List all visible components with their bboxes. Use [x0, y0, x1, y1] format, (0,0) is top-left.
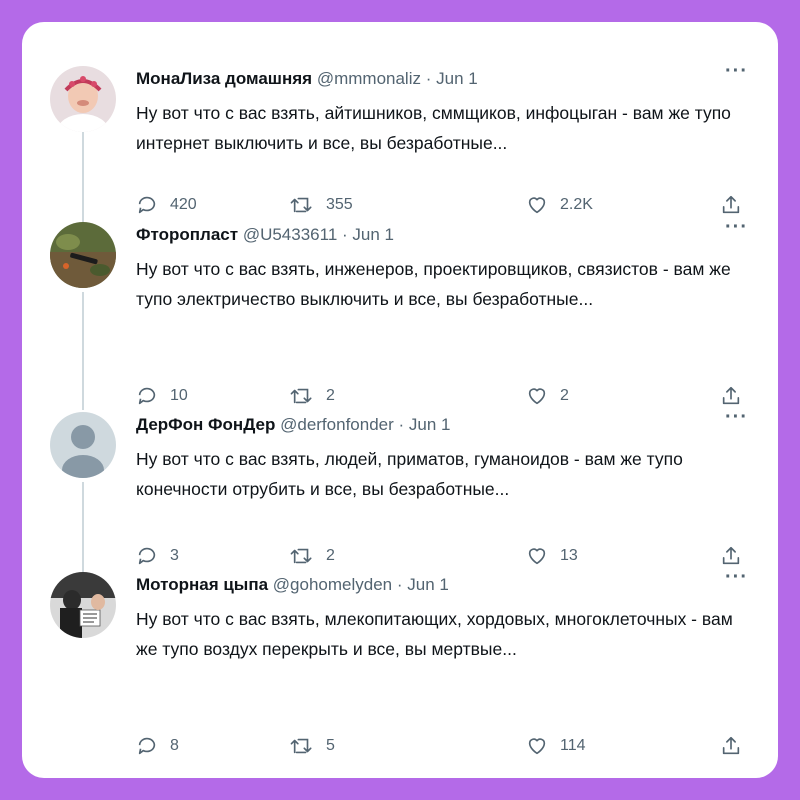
- reply-icon: [138, 387, 156, 405]
- tweet-thread-card: МонаЛиза домашняя @mmmonaliz · Jun 1 ···…: [22, 22, 778, 778]
- author-name[interactable]: Моторная цыпа: [136, 575, 268, 594]
- reply-icon: [138, 547, 156, 565]
- meme-photo-avatar[interactable]: [50, 572, 116, 638]
- retweet-icon: [290, 388, 312, 404]
- dot-separator: ·: [396, 575, 403, 594]
- like-count: 2: [560, 387, 569, 404]
- share-button[interactable]: [720, 545, 742, 567]
- like-count: 13: [560, 547, 578, 564]
- share-icon: [722, 195, 740, 214]
- reply-button[interactable]: 420: [136, 194, 197, 216]
- reply-button[interactable]: 10: [136, 385, 188, 407]
- like-count: 114: [560, 737, 586, 754]
- retweet-button[interactable]: 355: [290, 194, 353, 216]
- retweet-count: 355: [326, 196, 353, 213]
- author-name[interactable]: Фторопласт: [136, 225, 238, 244]
- tweet-header: ДерФон ФонДер @derfonfonder · Jun 1: [136, 414, 748, 436]
- reply-icon: [138, 196, 156, 214]
- retweet-icon: [290, 197, 312, 213]
- reply-count: 8: [170, 737, 179, 754]
- share-icon: [722, 386, 740, 405]
- more-options-icon[interactable]: ···: [725, 216, 748, 239]
- retweet-count: 2: [326, 547, 335, 564]
- author-name[interactable]: МонаЛиза домашняя: [136, 69, 312, 88]
- more-options-icon[interactable]: ···: [725, 566, 748, 589]
- tweet-actions: 8 5 114: [136, 735, 756, 759]
- like-button[interactable]: 13: [526, 545, 578, 567]
- tweet-date[interactable]: Jun 1: [352, 225, 394, 244]
- tweet[interactable]: Моторная цыпа @gohomelyden · Jun 1 ··· Н…: [22, 566, 778, 762]
- dot-separator: ·: [398, 415, 405, 434]
- reply-count: 420: [170, 196, 197, 213]
- author-handle[interactable]: @mmmonaliz: [317, 69, 421, 88]
- share-button[interactable]: [720, 194, 742, 216]
- tweet[interactable]: МонаЛиза домашняя @mmmonaliz · Jun 1 ···…: [22, 60, 778, 218]
- like-button[interactable]: 2: [526, 385, 569, 407]
- tweet-actions: 420 355 2.2K: [136, 194, 756, 218]
- like-button[interactable]: 2.2K: [526, 194, 593, 216]
- like-count: 2.2K: [560, 196, 593, 213]
- dot-separator: ·: [342, 225, 348, 244]
- reply-icon: [138, 737, 156, 755]
- reply-button[interactable]: 3: [136, 545, 179, 567]
- retweet-button[interactable]: 2: [290, 385, 335, 407]
- share-button[interactable]: [720, 735, 742, 757]
- tweet-actions: 10 2 2: [136, 385, 756, 409]
- author-name[interactable]: ДерФон ФонДер: [136, 415, 275, 434]
- reply-button[interactable]: 8: [136, 735, 179, 757]
- heart-icon: [528, 388, 546, 405]
- tweet-date[interactable]: Jun 1: [436, 69, 478, 88]
- tweet-header: Моторная цыпа @gohomelyden · Jun 1: [136, 574, 748, 596]
- author-handle[interactable]: @U5433611: [243, 225, 337, 244]
- more-options-icon[interactable]: ···: [725, 60, 748, 83]
- tweet-header: МонаЛиза домашняя @mmmonaliz · Jun 1: [136, 68, 748, 90]
- tweet-actions: 3 2 13: [136, 545, 756, 569]
- tweet-header: Фторопласт @U5433611 · Jun 1: [136, 224, 748, 246]
- author-handle[interactable]: @gohomelyden: [273, 575, 392, 594]
- tweet-text: Ну вот что с вас взять, млекопитающих, х…: [136, 609, 733, 659]
- retweet-icon: [290, 548, 312, 564]
- reply-count: 3: [170, 547, 179, 564]
- like-button[interactable]: 114: [526, 735, 586, 757]
- tweet-text: Ну вот что с вас взять, айтишников, сммщ…: [136, 103, 731, 153]
- reply-count: 10: [170, 387, 188, 404]
- woman-photo-avatar[interactable]: [50, 66, 116, 132]
- heart-icon: [528, 548, 546, 565]
- tweet-date[interactable]: Jun 1: [407, 575, 449, 594]
- retweet-count: 2: [326, 387, 335, 404]
- retweet-icon: [290, 738, 312, 754]
- author-handle[interactable]: @derfonfonder: [280, 415, 394, 434]
- retweet-count: 5: [326, 737, 335, 754]
- nature-photo-avatar[interactable]: [50, 222, 116, 288]
- retweet-button[interactable]: 2: [290, 545, 335, 567]
- heart-icon: [528, 197, 546, 214]
- tweet[interactable]: ДерФон ФонДер @derfonfonder · Jun 1 ··· …: [22, 406, 778, 565]
- default-person-avatar[interactable]: [50, 412, 116, 478]
- share-icon: [722, 546, 740, 565]
- heart-icon: [528, 738, 546, 755]
- share-button[interactable]: [720, 385, 742, 407]
- tweet-date[interactable]: Jun 1: [409, 415, 451, 434]
- dot-separator: ·: [425, 69, 432, 88]
- share-icon: [722, 736, 740, 755]
- tweet-text: Ну вот что с вас взять, людей, приматов,…: [136, 449, 683, 499]
- more-options-icon[interactable]: ···: [725, 406, 748, 429]
- retweet-button[interactable]: 5: [290, 735, 335, 757]
- tweet[interactable]: Фторопласт @U5433611 · Jun 1 ··· Ну вот …: [22, 216, 778, 409]
- tweet-text: Ну вот что с вас взять, инженеров, проек…: [136, 259, 731, 309]
